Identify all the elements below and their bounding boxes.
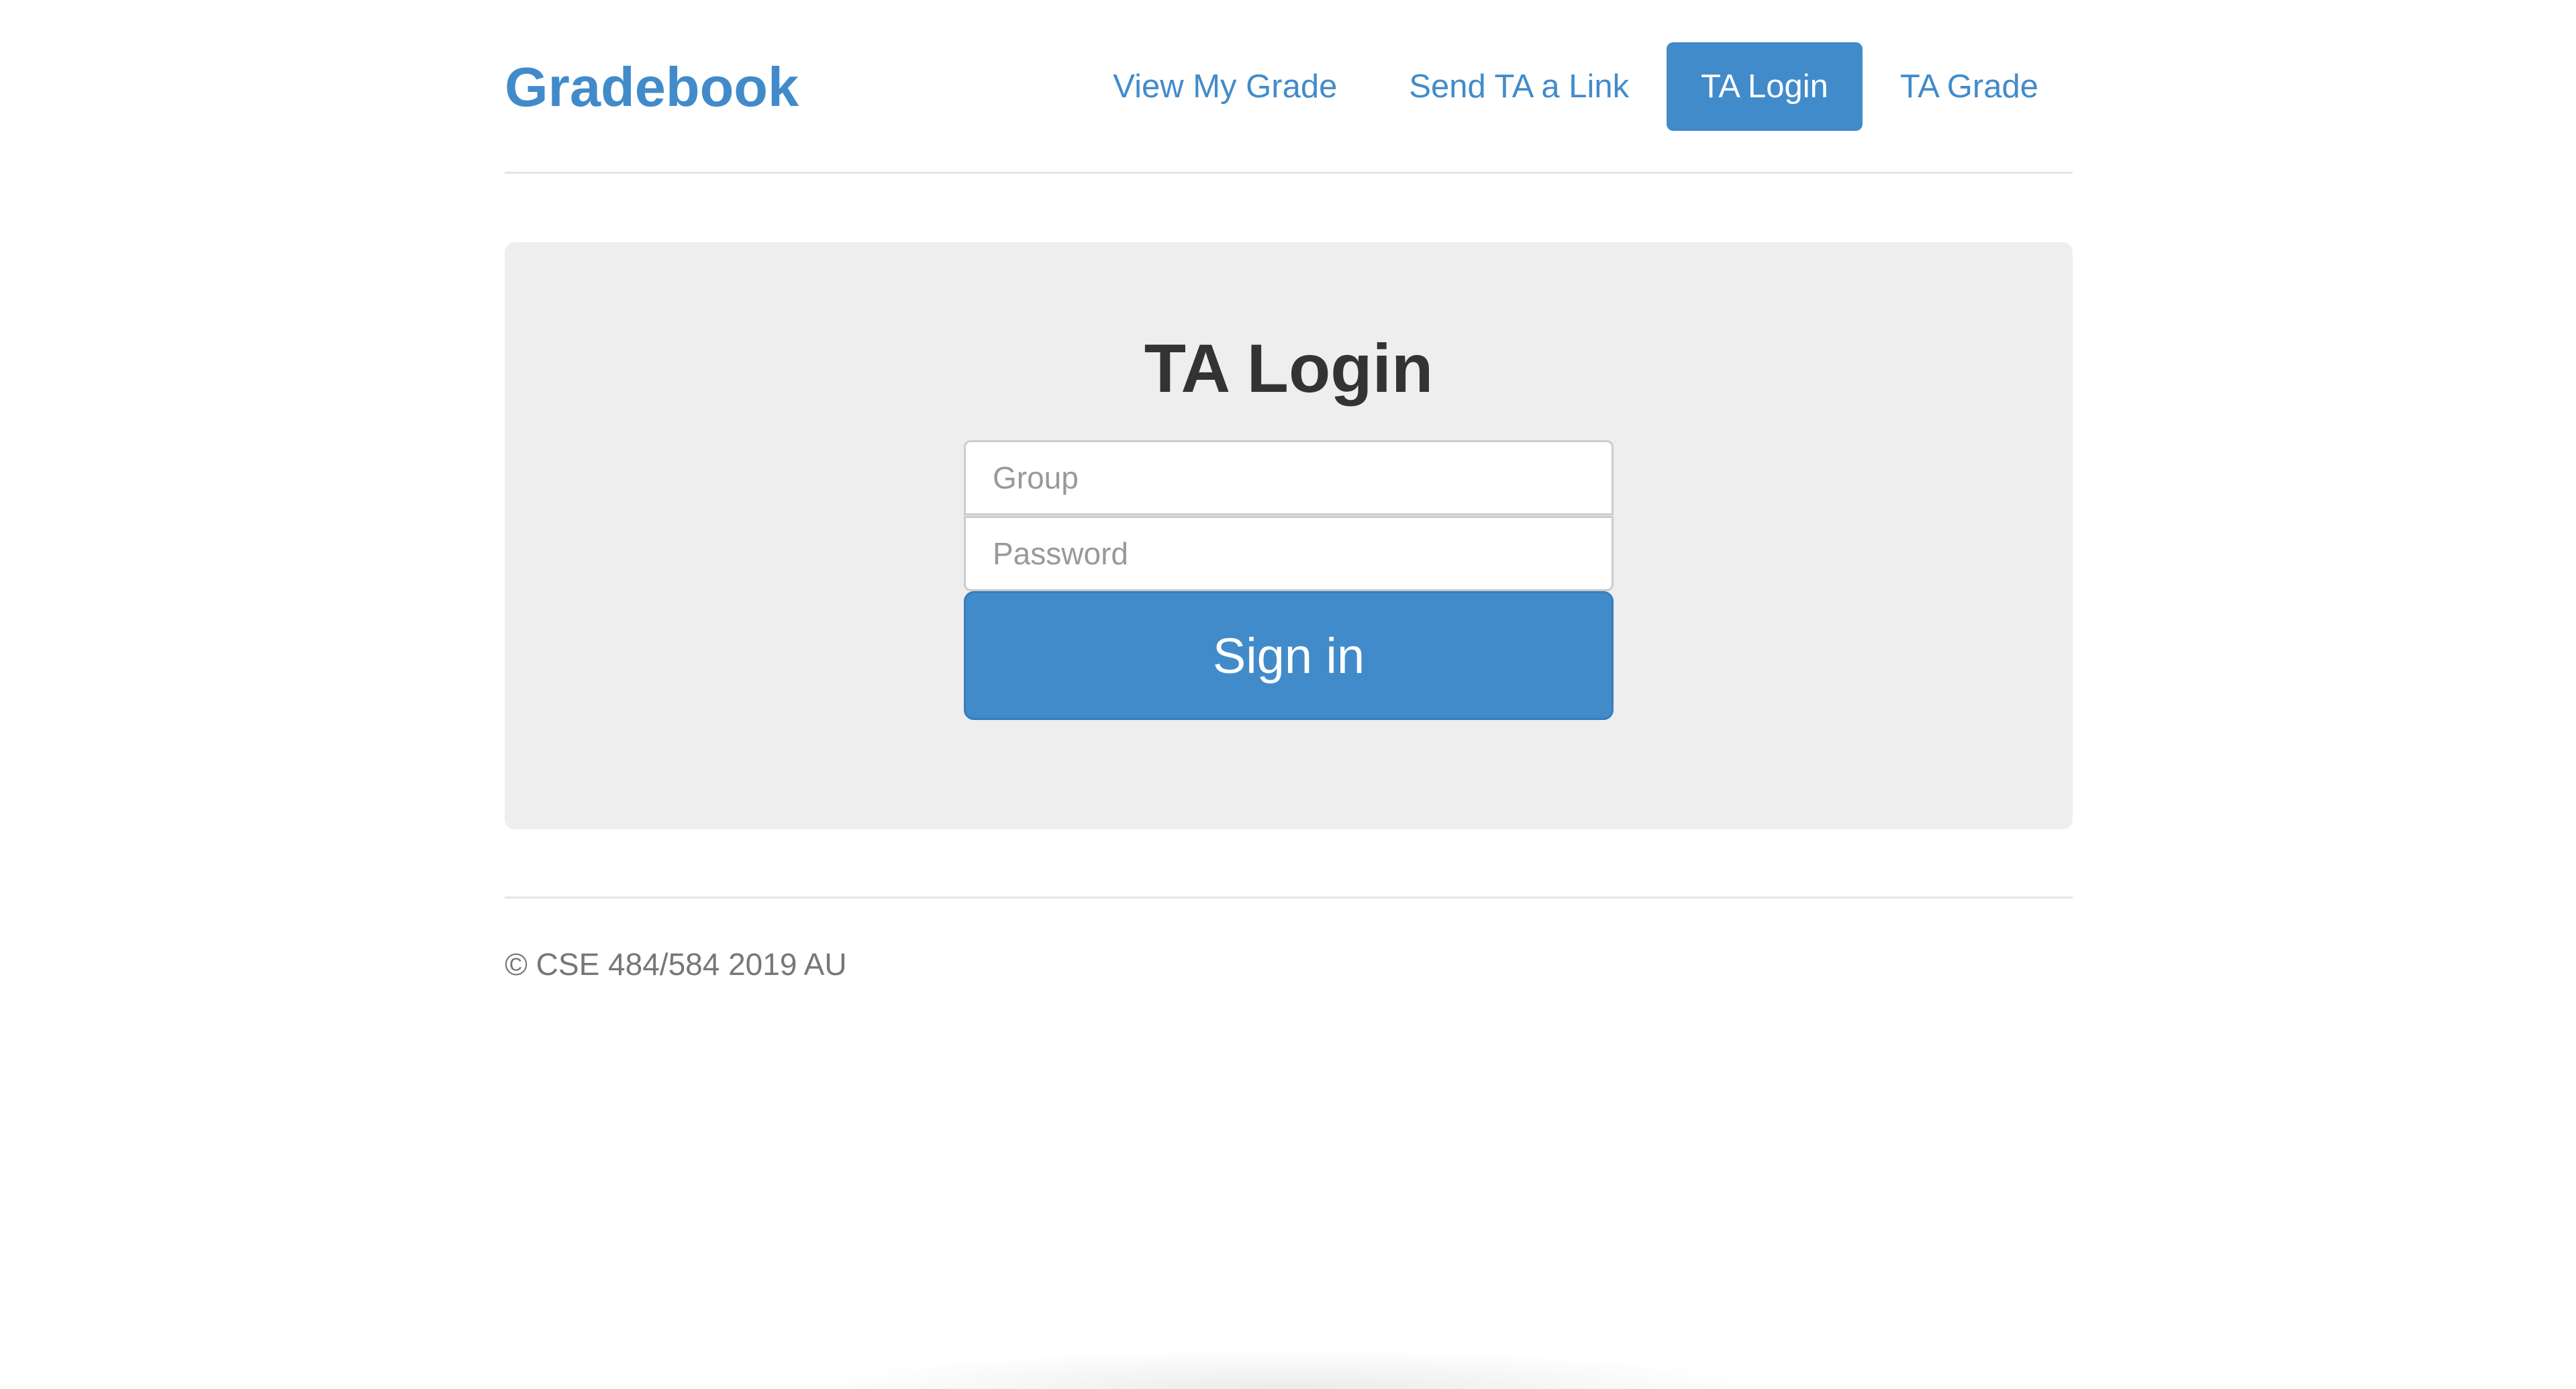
nav-ta-login[interactable]: TA Login (1667, 42, 1863, 131)
login-panel: TA Login Sign in (505, 242, 2073, 829)
signin-button[interactable]: Sign in (964, 591, 1614, 720)
login-form: Sign in (964, 440, 1614, 720)
nav-ta-grade[interactable]: TA Grade (1866, 42, 2073, 131)
login-title: TA Login (1144, 330, 1434, 407)
header: Gradebook View My Grade Send TA a Link T… (505, 0, 2073, 174)
page-container: Gradebook View My Grade Send TA a Link T… (505, 0, 2073, 982)
footer-copyright: © CSE 484/584 2019 AU (505, 947, 847, 982)
footer: © CSE 484/584 2019 AU (505, 896, 2073, 984)
password-input[interactable] (964, 516, 1614, 591)
bottom-shadow (805, 1349, 1772, 1389)
nav-bar: View My Grade Send TA a Link TA Login TA… (1075, 42, 2073, 131)
brand-link[interactable]: Gradebook (505, 52, 799, 122)
nav-send-ta-link[interactable]: Send TA a Link (1375, 42, 1663, 131)
group-input[interactable] (964, 440, 1614, 515)
nav-view-my-grade[interactable]: View My Grade (1079, 42, 1371, 131)
